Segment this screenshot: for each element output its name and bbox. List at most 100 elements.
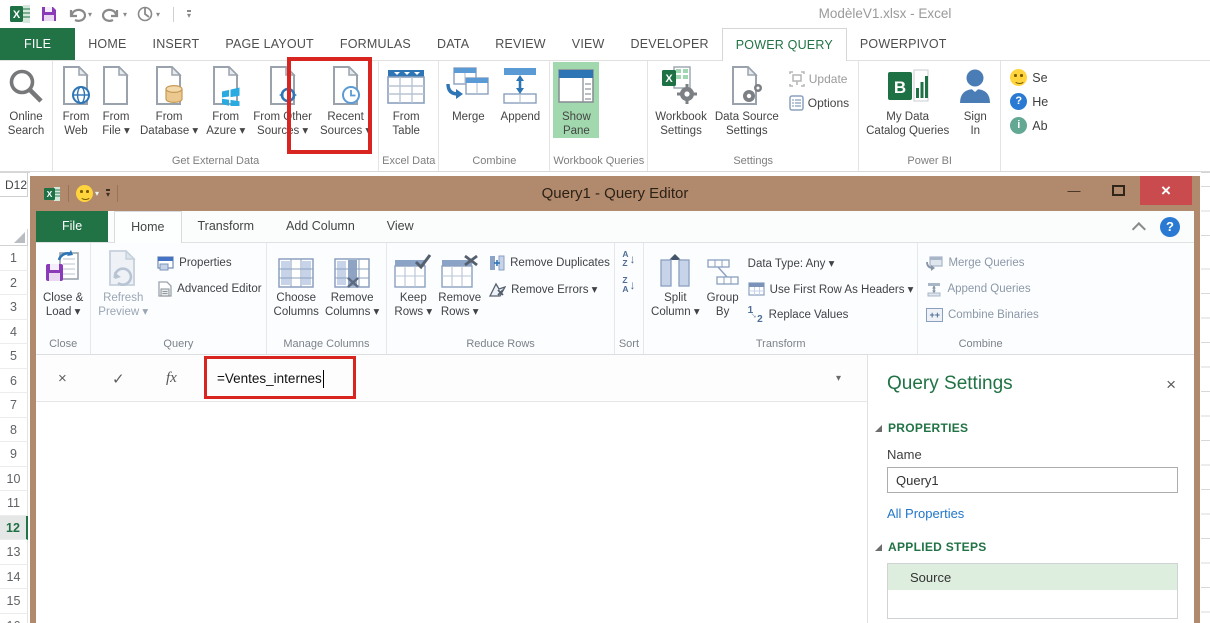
recent-sources-button[interactable]: Recent Sources ▾	[316, 62, 375, 138]
tab-home[interactable]: HOME	[75, 28, 139, 60]
properties-section-header[interactable]: PROPERTIES	[887, 421, 1178, 435]
use-first-row-as-headers-button[interactable]: Use First Row As Headers ▾	[748, 276, 914, 302]
update-button[interactable]: Update	[789, 71, 849, 87]
from-database-button[interactable]: From Database ▾	[136, 62, 202, 138]
row-header-12[interactable]: 12	[0, 516, 28, 541]
about-button[interactable]: i Ab	[1010, 117, 1048, 134]
undo-dropdown-icon[interactable]: ▾	[88, 10, 92, 19]
row-header-3[interactable]: 3	[0, 295, 28, 320]
maximize-button[interactable]	[1096, 176, 1140, 205]
row-header-10[interactable]: 10	[0, 467, 28, 492]
tab-powerpivot[interactable]: POWERPIVOT	[847, 28, 960, 60]
append-queries-button[interactable]: Append Queries	[926, 276, 1038, 302]
combine-binaries-button[interactable]: ++ Combine Binaries	[926, 302, 1038, 328]
qe-tab-view[interactable]: View	[371, 211, 430, 242]
advanced-editor-button[interactable]: Advanced Editor	[157, 276, 261, 302]
row-header-5[interactable]: 5	[0, 344, 28, 369]
row-header-4[interactable]: 4	[0, 320, 28, 345]
merge-queries-button[interactable]: Merge Queries	[926, 250, 1038, 276]
append-button[interactable]: Append	[494, 62, 546, 125]
row-header-9[interactable]: 9	[0, 442, 28, 467]
touch-mode-dropdown-icon[interactable]: ▾	[156, 10, 160, 19]
from-file-button[interactable]: From File ▾	[96, 62, 136, 138]
row-header-11[interactable]: 11	[0, 491, 28, 516]
customize-qat-icon[interactable]: ▾	[106, 189, 110, 198]
close-and-load-button[interactable]: Close & Load ▾	[40, 246, 86, 319]
group-by-button[interactable]: Group By	[703, 246, 743, 319]
tab-page-layout[interactable]: PAGE LAYOUT	[212, 28, 327, 60]
formula-expand-icon[interactable]: ▾	[836, 355, 841, 402]
tab-insert[interactable]: INSERT	[140, 28, 213, 60]
row-header-6[interactable]: 6	[0, 369, 28, 394]
redo-button[interactable]: ▾	[102, 6, 127, 22]
replace-values-button[interactable]: 1 ↓ 2 Replace Values	[748, 302, 914, 328]
query-editor-titlebar[interactable]: X ▾ ▾ Query1 - Query Editor — ×	[36, 176, 1194, 211]
row-header-2[interactable]: 2	[0, 271, 28, 296]
redo-dropdown-icon[interactable]: ▾	[123, 10, 127, 19]
tab-view[interactable]: VIEW	[559, 28, 618, 60]
properties-button[interactable]: Properties	[157, 250, 261, 276]
applied-step-source[interactable]: Source	[888, 564, 1177, 590]
tab-review[interactable]: REVIEW	[482, 28, 559, 60]
row-header-7[interactable]: 7	[0, 393, 28, 418]
sign-in-button[interactable]: Sign In	[953, 62, 997, 138]
help-button[interactable]: ? He	[1010, 93, 1048, 110]
data-type-button[interactable]: Data Type: Any ▾	[748, 250, 914, 276]
minimize-button[interactable]: —	[1052, 176, 1096, 205]
sort-descending-button[interactable]: ZA ↓	[622, 276, 635, 294]
from-other-sources-button[interactable]: From Other Sources ▾	[249, 62, 316, 138]
applied-steps-section-header[interactable]: APPLIED STEPS	[887, 540, 1178, 554]
qe-tab-transform[interactable]: Transform	[182, 211, 271, 242]
tab-power-query[interactable]: POWER QUERY	[722, 28, 847, 61]
excel-logo-icon[interactable]: X	[10, 4, 31, 24]
workbook-settings-button[interactable]: X Workbook Settings	[651, 62, 711, 138]
undo-button[interactable]: ▾	[67, 6, 92, 22]
keep-rows-button[interactable]: Keep Rows ▾	[391, 246, 435, 319]
qe-tab-add-column[interactable]: Add Column	[270, 211, 371, 242]
save-button[interactable]	[41, 6, 57, 22]
row-header-1[interactable]: 1	[0, 246, 28, 271]
customize-qat-icon[interactable]: ▾	[187, 10, 191, 19]
merge-button[interactable]: Merge	[442, 62, 494, 125]
row-header-8[interactable]: 8	[0, 418, 28, 443]
from-azure-button[interactable]: From Azure ▾	[202, 62, 249, 138]
send-feedback-button[interactable]: Se	[1010, 69, 1048, 86]
refresh-preview-button[interactable]: Refresh Preview ▾	[95, 246, 151, 319]
from-web-button[interactable]: From Web	[56, 62, 96, 138]
choose-columns-button[interactable]: Choose Columns	[271, 246, 322, 319]
sort-ascending-button[interactable]: AZ ↓	[622, 250, 635, 268]
row-header-14[interactable]: 14	[0, 565, 28, 590]
touch-mode-button[interactable]: ▾	[137, 5, 160, 23]
remove-columns-button[interactable]: Remove Columns ▾	[322, 246, 382, 319]
qe-tab-file[interactable]: File	[36, 211, 108, 242]
send-smile-button[interactable]: ▾	[76, 185, 99, 202]
fx-icon[interactable]: fx	[166, 355, 177, 402]
remove-duplicates-button[interactable]: Remove Duplicates	[489, 250, 610, 276]
data-source-settings-button[interactable]: Data Source Settings	[711, 62, 783, 138]
show-pane-button[interactable]: Show Pane	[553, 62, 599, 138]
name-box[interactable]: D12	[0, 173, 28, 197]
query-settings-close-icon[interactable]: ×	[1166, 375, 1176, 395]
row-header-16[interactable]: 16	[0, 614, 28, 623]
qe-tab-home[interactable]: Home	[114, 211, 181, 243]
all-properties-link[interactable]: All Properties	[887, 506, 1178, 521]
remove-rows-button[interactable]: Remove Rows ▾	[435, 246, 484, 319]
options-button[interactable]: Options	[789, 95, 849, 111]
tab-data[interactable]: DATA	[424, 28, 482, 60]
remove-errors-button[interactable]: Remove Errors ▾	[489, 276, 610, 302]
formula-accept-button[interactable]: ✓	[112, 355, 125, 402]
split-column-button[interactable]: Split Column ▾	[648, 246, 703, 319]
tab-file[interactable]: FILE	[0, 28, 75, 60]
formula-input[interactable]: =Ventes_internes	[217, 355, 324, 402]
my-data-catalog-queries-button[interactable]: B My Data Catalog Queries	[862, 62, 953, 138]
row-header-13[interactable]: 13	[0, 540, 28, 565]
query-preview-area[interactable]	[36, 402, 867, 623]
select-all-corner[interactable]	[0, 229, 28, 246]
collapse-ribbon-icon[interactable]	[1132, 222, 1146, 236]
help-icon[interactable]: ?	[1160, 217, 1180, 237]
excel-titlebar[interactable]: X ▾ ▾ ▾ ▾ ModèleV1.xlsx - Excel	[0, 0, 1210, 28]
query-name-input[interactable]	[887, 467, 1178, 493]
close-button[interactable]: ×	[1140, 176, 1192, 205]
online-search-button[interactable]: Online Search	[3, 62, 49, 138]
row-header-15[interactable]: 15	[0, 589, 28, 614]
